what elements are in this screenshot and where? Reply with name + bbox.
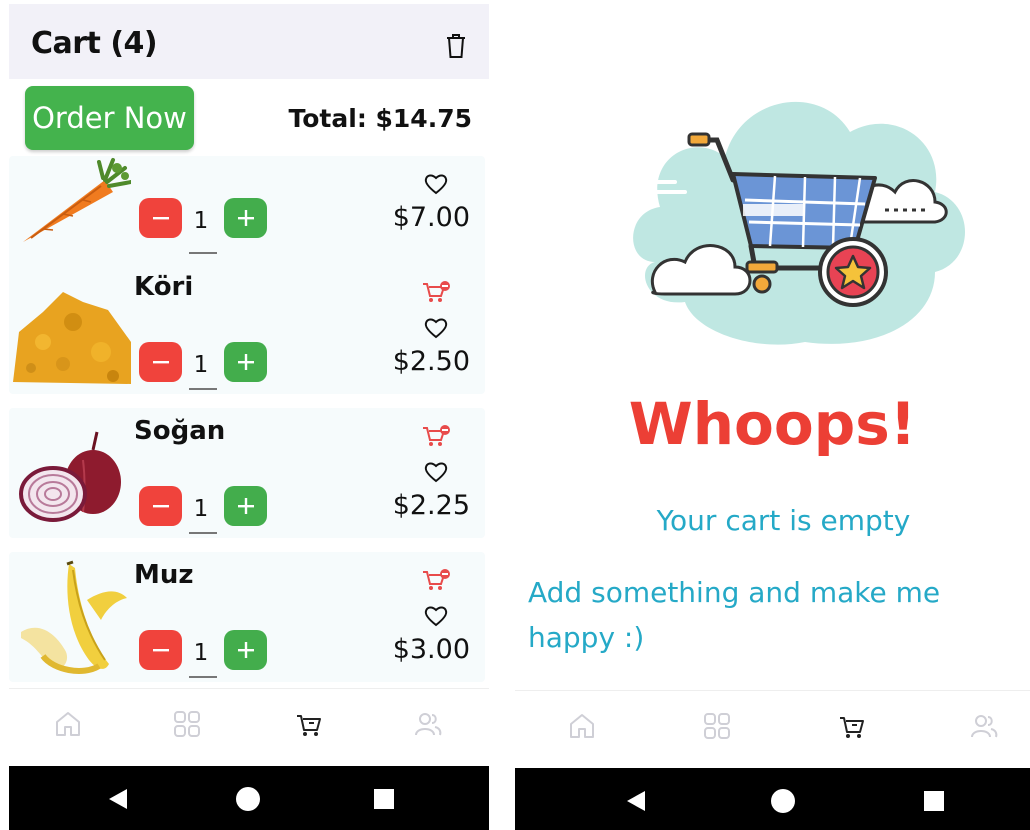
minus-icon: [152, 217, 169, 220]
order-now-button[interactable]: Order Now: [25, 86, 194, 150]
nav-categories[interactable]: [170, 707, 204, 741]
bottom-navigation: [515, 690, 1030, 762]
remove-from-cart-icon[interactable]: [421, 568, 451, 592]
grid-icon: [704, 713, 730, 739]
trash-icon[interactable]: [445, 32, 467, 60]
item-price: $7.00: [392, 202, 470, 233]
home-icon: [56, 712, 80, 736]
decrease-quantity-button[interactable]: [139, 486, 182, 526]
item-price: $2.50: [392, 346, 470, 377]
empty-hint: Add something and make me happy :): [528, 576, 941, 654]
home-button-icon[interactable]: [770, 788, 796, 814]
banana-image: [21, 560, 127, 674]
page-title: Cart (4): [31, 26, 158, 61]
heart-icon[interactable]: [423, 604, 449, 628]
cart-icon: [840, 717, 864, 738]
home-button-icon[interactable]: [235, 786, 261, 812]
plus-icon: [237, 354, 254, 370]
nav-home[interactable]: [565, 709, 599, 743]
increase-quantity-button[interactable]: [224, 486, 267, 526]
carrot-image: [23, 158, 131, 242]
decrease-quantity-button[interactable]: [139, 198, 182, 238]
system-navigation-bar: [515, 768, 1030, 830]
quantity-underline: [189, 532, 217, 534]
nav-home[interactable]: [51, 707, 85, 741]
item-name: Muz: [134, 560, 194, 590]
cart-total: Total: $14.75: [288, 104, 472, 133]
minus-icon: [152, 361, 169, 364]
increase-quantity-button[interactable]: [224, 198, 267, 238]
quantity-value[interactable]: 1: [184, 208, 218, 234]
quantity-value[interactable]: 1: [184, 640, 218, 666]
nav-categories[interactable]: [700, 709, 734, 743]
decrease-quantity-button[interactable]: [139, 342, 182, 382]
quantity-value[interactable]: 1: [184, 352, 218, 378]
curry-powder-image: [13, 292, 131, 384]
quantity-underline: [189, 676, 217, 678]
heart-icon[interactable]: [423, 172, 449, 196]
minus-icon: [152, 505, 169, 508]
heart-icon[interactable]: [423, 316, 449, 340]
plus-icon: [237, 642, 254, 658]
users-icon: [415, 713, 442, 736]
cart-item: Muz $3.00 1: [9, 552, 485, 682]
remove-from-cart-icon[interactable]: [421, 424, 451, 448]
item-name: Soğan: [134, 416, 226, 446]
cart-header: Cart (4): [9, 4, 489, 79]
nav-profile[interactable]: [411, 707, 445, 741]
item-price: $3.00: [392, 634, 470, 665]
cart-item: Köri $2.50 1: [9, 264, 485, 394]
bottom-navigation: [9, 688, 489, 760]
increase-quantity-button[interactable]: [224, 630, 267, 670]
item-name: Köri: [134, 272, 194, 302]
decrease-quantity-button[interactable]: [139, 630, 182, 670]
nav-profile[interactable]: [967, 709, 1001, 743]
back-icon[interactable]: [623, 788, 649, 814]
home-icon: [570, 714, 594, 738]
empty-message: Your cart is empty: [656, 504, 911, 537]
plus-icon: [237, 210, 254, 226]
back-icon[interactable]: [105, 786, 131, 812]
quantity-underline: [189, 252, 217, 254]
cart-screen: Cart (4) Order Now Total: $14.75 $7.00 1…: [9, 0, 489, 830]
system-navigation-bar: [9, 766, 489, 830]
heart-icon[interactable]: [423, 460, 449, 484]
empty-cart-screen: Whoops! Your cart is empty Add something…: [515, 0, 1030, 830]
recents-icon[interactable]: [371, 786, 397, 812]
minus-icon: [152, 649, 169, 652]
recents-icon[interactable]: [921, 788, 947, 814]
cart-icon: [297, 715, 321, 736]
remove-from-cart-icon[interactable]: [421, 280, 451, 304]
item-price: $2.25: [392, 490, 470, 521]
quantity-underline: [189, 388, 217, 390]
nav-cart[interactable]: [835, 709, 869, 743]
plus-icon: [237, 498, 254, 514]
onion-image: [19, 431, 121, 522]
empty-title: Whoops!: [628, 390, 917, 458]
nav-cart[interactable]: [292, 707, 326, 741]
increase-quantity-button[interactable]: [224, 342, 267, 382]
users-icon: [971, 715, 998, 738]
quantity-value[interactable]: 1: [184, 496, 218, 522]
cart-item: Soğan $2.25 1: [9, 408, 485, 538]
empty-cart-illustration: [607, 82, 965, 345]
grid-icon: [174, 711, 200, 737]
